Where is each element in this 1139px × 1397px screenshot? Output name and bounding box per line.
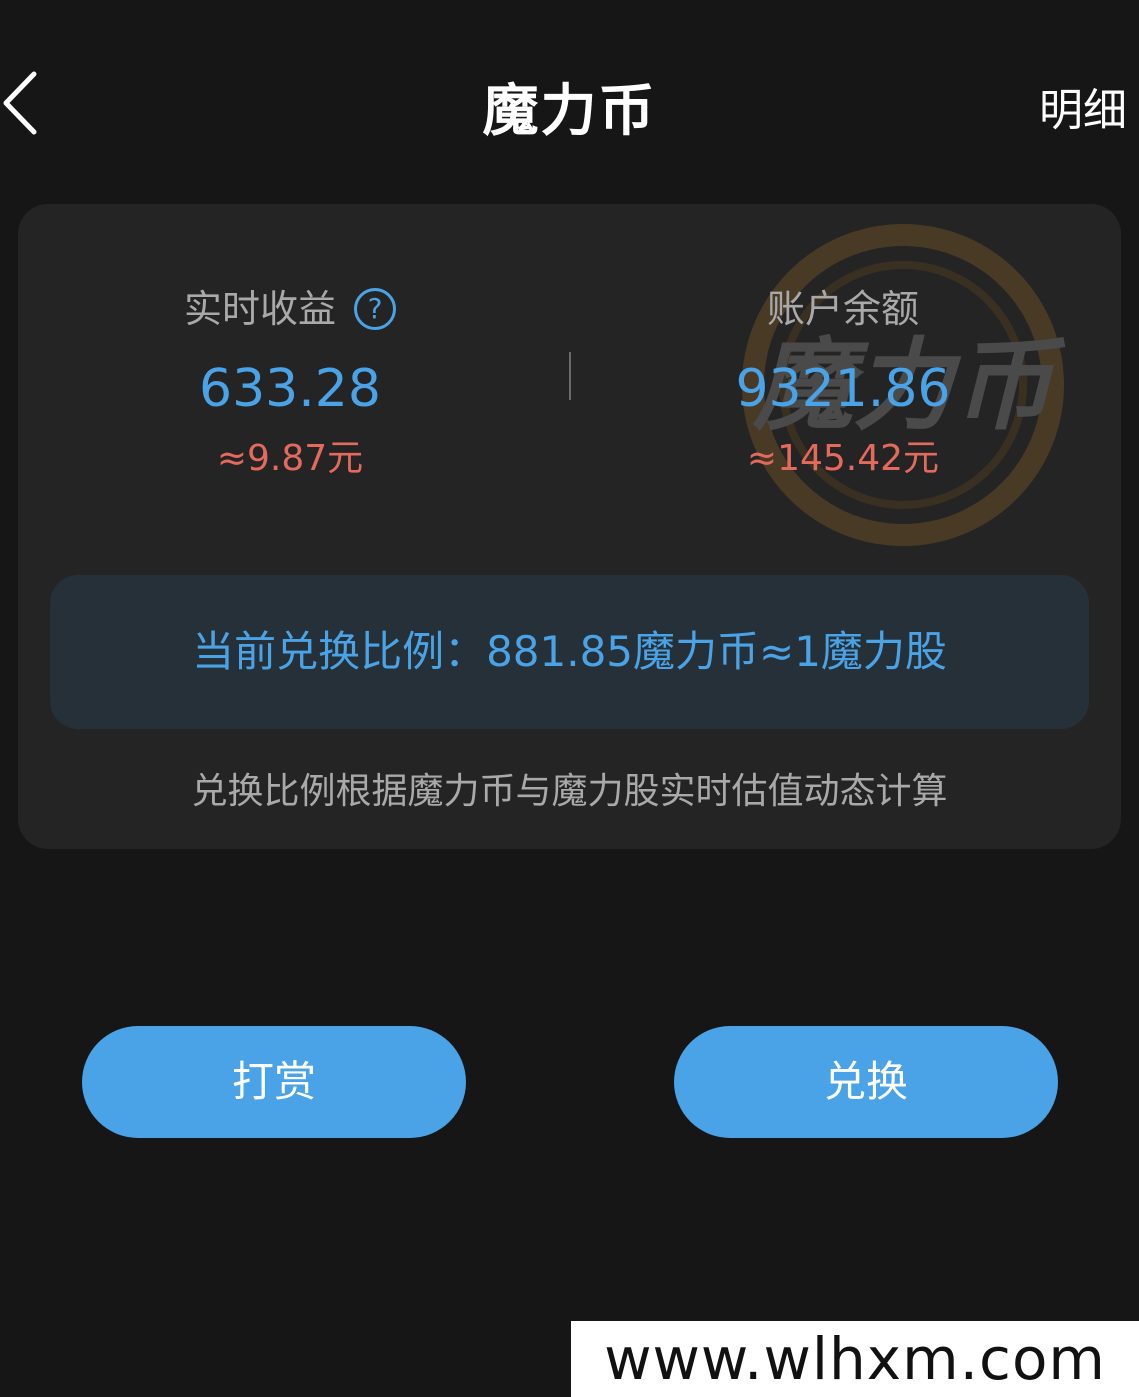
exchange-button[interactable]: 兑换 — [674, 1026, 1058, 1138]
account-balance-rmb: ≈145.42元 — [746, 438, 940, 479]
detail-link[interactable]: 明细 — [1039, 74, 1139, 138]
account-balance: 账户余额 9321.86 ≈145.42元 — [663, 284, 1023, 482]
realtime-earnings: 实时收益 ? 633.28 ≈9.87元 — [110, 284, 470, 482]
realtime-earnings-rmb: ≈9.87元 — [216, 438, 364, 479]
top-bar: 魔力币 明细 — [0, 0, 1139, 200]
account-balance-label-row: 账户余额 — [767, 284, 919, 334]
question-icon[interactable]: ? — [354, 288, 396, 330]
page-title: 魔力币 — [482, 79, 657, 144]
site-watermark: www.wlhxm.com — [571, 1321, 1139, 1397]
stat-divider — [569, 352, 571, 400]
balance-card: 魔力币 实时收益 ? 633.28 ≈9.87元 账户余额 9321.86 ≈1… — [18, 204, 1121, 849]
tip-button[interactable]: 打赏 — [82, 1026, 466, 1138]
realtime-earnings-label-row: 实时收益 ? — [184, 284, 396, 334]
exchange-ratio-note: 兑换比例根据魔力币与魔力股实时估值动态计算 — [191, 771, 948, 812]
exchange-ratio: 当前兑换比例：881.85魔力币≈1魔力股 — [50, 575, 1089, 729]
account-balance-value: 9321.86 — [735, 359, 951, 419]
realtime-earnings-label: 实时收益 — [183, 287, 336, 331]
account-balance-label: 账户余额 — [766, 287, 919, 331]
realtime-earnings-value: 633.28 — [199, 359, 381, 419]
